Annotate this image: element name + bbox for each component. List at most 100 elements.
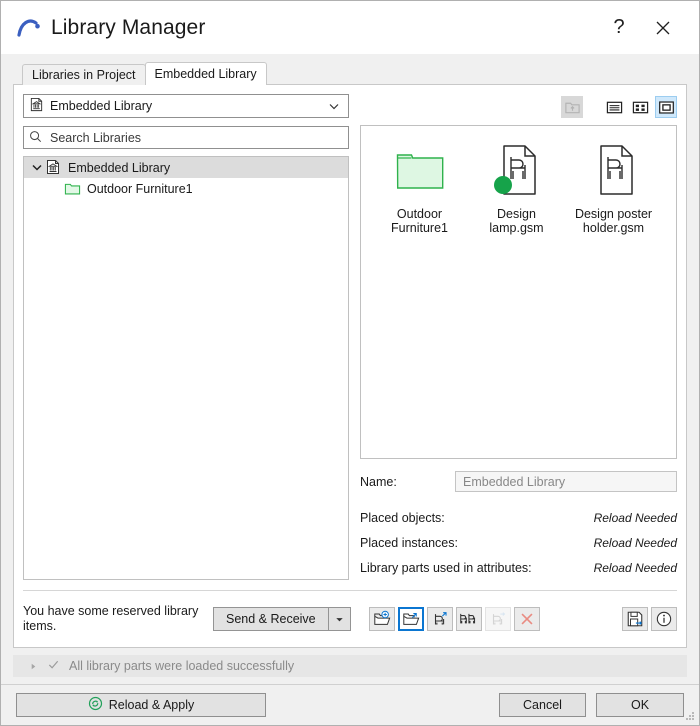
add-object-button[interactable] xyxy=(426,607,453,631)
gsm-file-chair-icon xyxy=(491,139,543,201)
list-view-button[interactable] xyxy=(603,96,625,118)
reload-and-apply-button[interactable]: Reload & Apply xyxy=(16,693,266,717)
tree-item-outdoor-furniture1[interactable]: Outdoor Furniture1 xyxy=(24,178,348,199)
titlebar: Library Manager ? xyxy=(1,1,699,54)
chevron-down-icon xyxy=(327,99,341,113)
info-row: Placed instances: Reload Needed xyxy=(360,530,677,555)
thumbnail-item[interactable]: Design lamp.gsm xyxy=(468,139,565,235)
go-up-folder-icon xyxy=(564,102,580,113)
info-icon xyxy=(656,611,672,627)
info-panel: Name: Embedded Library Placed objects: R… xyxy=(360,471,677,580)
help-button[interactable]: ? xyxy=(597,8,641,48)
chevron-down-icon[interactable] xyxy=(30,160,45,175)
caret-down-icon xyxy=(335,617,343,621)
library-tools xyxy=(368,607,540,631)
send-receive-button[interactable]: Send & Receive xyxy=(213,607,329,631)
send-receive-dropdown-button[interactable] xyxy=(328,607,351,631)
embedded-library-icon xyxy=(29,97,44,115)
tab-libraries-in-project[interactable]: Libraries in Project xyxy=(22,64,146,85)
view-mode-toolbar xyxy=(360,94,677,120)
reload-and-apply-label: Reload & Apply xyxy=(108,698,195,712)
thumbnail-caption: Outdoor Furniture1 xyxy=(391,207,448,235)
library-select-value: Embedded Library xyxy=(50,99,153,113)
thumbnail-grid: Outdoor Furniture1 Design lamp.gsm Desig… xyxy=(371,139,666,235)
library-manager-window: Library Manager ? Libraries in Project E… xyxy=(0,0,700,726)
remove-object-icon xyxy=(521,613,533,625)
refresh-circle-icon xyxy=(88,696,103,714)
check-icon xyxy=(47,658,60,674)
ok-button[interactable]: OK xyxy=(596,693,684,717)
tab-bar: Libraries in Project Embedded Library xyxy=(13,62,687,85)
info-name-label: Name: xyxy=(360,474,397,489)
green-dot-badge xyxy=(493,176,512,194)
tree-item-label: Embedded Library xyxy=(68,160,171,175)
info-name-row: Name: Embedded Library xyxy=(360,471,677,492)
grid-view-icon xyxy=(632,101,648,113)
save-library-button[interactable] xyxy=(622,607,648,631)
search-icon xyxy=(29,130,42,146)
move-object-icon xyxy=(492,612,505,625)
thumbnail-item[interactable]: Outdoor Furniture1 xyxy=(371,139,468,235)
info-row-value: Reload Needed xyxy=(593,510,677,525)
search-input[interactable] xyxy=(48,129,343,146)
caret-right-icon[interactable] xyxy=(29,659,38,674)
left-pane: Embedded Library Search Libraries Embedd… xyxy=(23,94,349,580)
search-box[interactable] xyxy=(23,126,349,149)
tab-embedded-library[interactable]: Embedded Library xyxy=(144,62,267,85)
thumbnail-caption: Design lamp.gsm xyxy=(489,207,544,235)
library-tree[interactable]: Embedded Library Outdoor Furniture1 xyxy=(23,156,349,580)
go-up-folder-button xyxy=(561,96,583,118)
cancel-button[interactable]: Cancel xyxy=(499,693,586,717)
list-view-icon xyxy=(606,101,622,113)
large-icon-view-icon xyxy=(658,100,674,114)
close-x-icon xyxy=(656,21,670,34)
grid-view-button[interactable] xyxy=(629,96,651,118)
info-row: Placed objects: Reload Needed xyxy=(360,505,677,530)
status-bar: All library parts were loaded successful… xyxy=(1,648,699,684)
dialog-content: Libraries in Project Embedded Library Em… xyxy=(1,54,699,648)
folder-green-icon xyxy=(64,180,81,197)
add-library-button[interactable] xyxy=(368,607,395,631)
open-library-button[interactable] xyxy=(397,607,424,631)
status-message-strip[interactable]: All library parts were loaded successful… xyxy=(13,655,687,677)
add-library-icon xyxy=(373,610,390,625)
window-title: Library Manager xyxy=(51,15,206,39)
library-right-tools xyxy=(622,607,677,631)
tree-item-embedded-library[interactable]: Embedded Library xyxy=(24,157,348,178)
duplicate-objects-icon xyxy=(460,613,476,624)
archicad-arc-logo-icon xyxy=(15,13,45,43)
reserved-items-message: You have some reserved library items. xyxy=(23,604,199,633)
thumbnail-caption: Design poster holder.gsm xyxy=(574,207,653,235)
info-row: Library parts used in attributes: Reload… xyxy=(360,555,677,580)
duplicate-objects-button[interactable] xyxy=(455,607,482,631)
remove-object-button[interactable] xyxy=(513,607,540,631)
large-icon-view-button[interactable] xyxy=(655,96,677,118)
info-row-value: Reload Needed xyxy=(593,535,677,550)
info-row-label: Library parts used in attributes: xyxy=(360,560,532,575)
move-object-button xyxy=(484,607,511,631)
right-pane: Outdoor Furniture1 Design lamp.gsm Desig… xyxy=(360,94,677,580)
thumbnail-item[interactable]: Design poster holder.gsm xyxy=(565,139,662,235)
info-row-label: Placed objects: xyxy=(360,510,445,525)
library-browser[interactable]: Outdoor Furniture1 Design lamp.gsm Desig… xyxy=(360,125,677,459)
send-receive-group: Send & Receive xyxy=(213,607,351,631)
embedded-library-icon xyxy=(45,159,62,176)
info-button[interactable] xyxy=(651,607,677,631)
panes: Embedded Library Search Libraries Embedd… xyxy=(23,94,677,580)
add-object-icon xyxy=(434,612,447,625)
library-select[interactable]: Embedded Library xyxy=(23,94,349,118)
folder-green-icon xyxy=(395,139,445,201)
close-button[interactable] xyxy=(641,8,685,48)
info-name-field: Embedded Library xyxy=(455,471,677,492)
info-row-value: Reload Needed xyxy=(593,560,677,575)
gsm-file-chair-icon xyxy=(588,139,640,201)
info-row-label: Placed instances: xyxy=(360,535,458,550)
action-bar: You have some reserved library items. Se… xyxy=(23,590,677,638)
resize-grip-icon[interactable] xyxy=(684,710,696,722)
status-text: All library parts were loaded successful… xyxy=(69,659,295,673)
tab-panel: Embedded Library Search Libraries Embedd… xyxy=(13,84,687,648)
footer-bar: Reload & Apply Cancel OK xyxy=(1,684,699,725)
open-library-icon xyxy=(402,613,419,625)
tree-item-label: Outdoor Furniture1 xyxy=(87,181,193,196)
save-library-icon xyxy=(627,611,643,627)
